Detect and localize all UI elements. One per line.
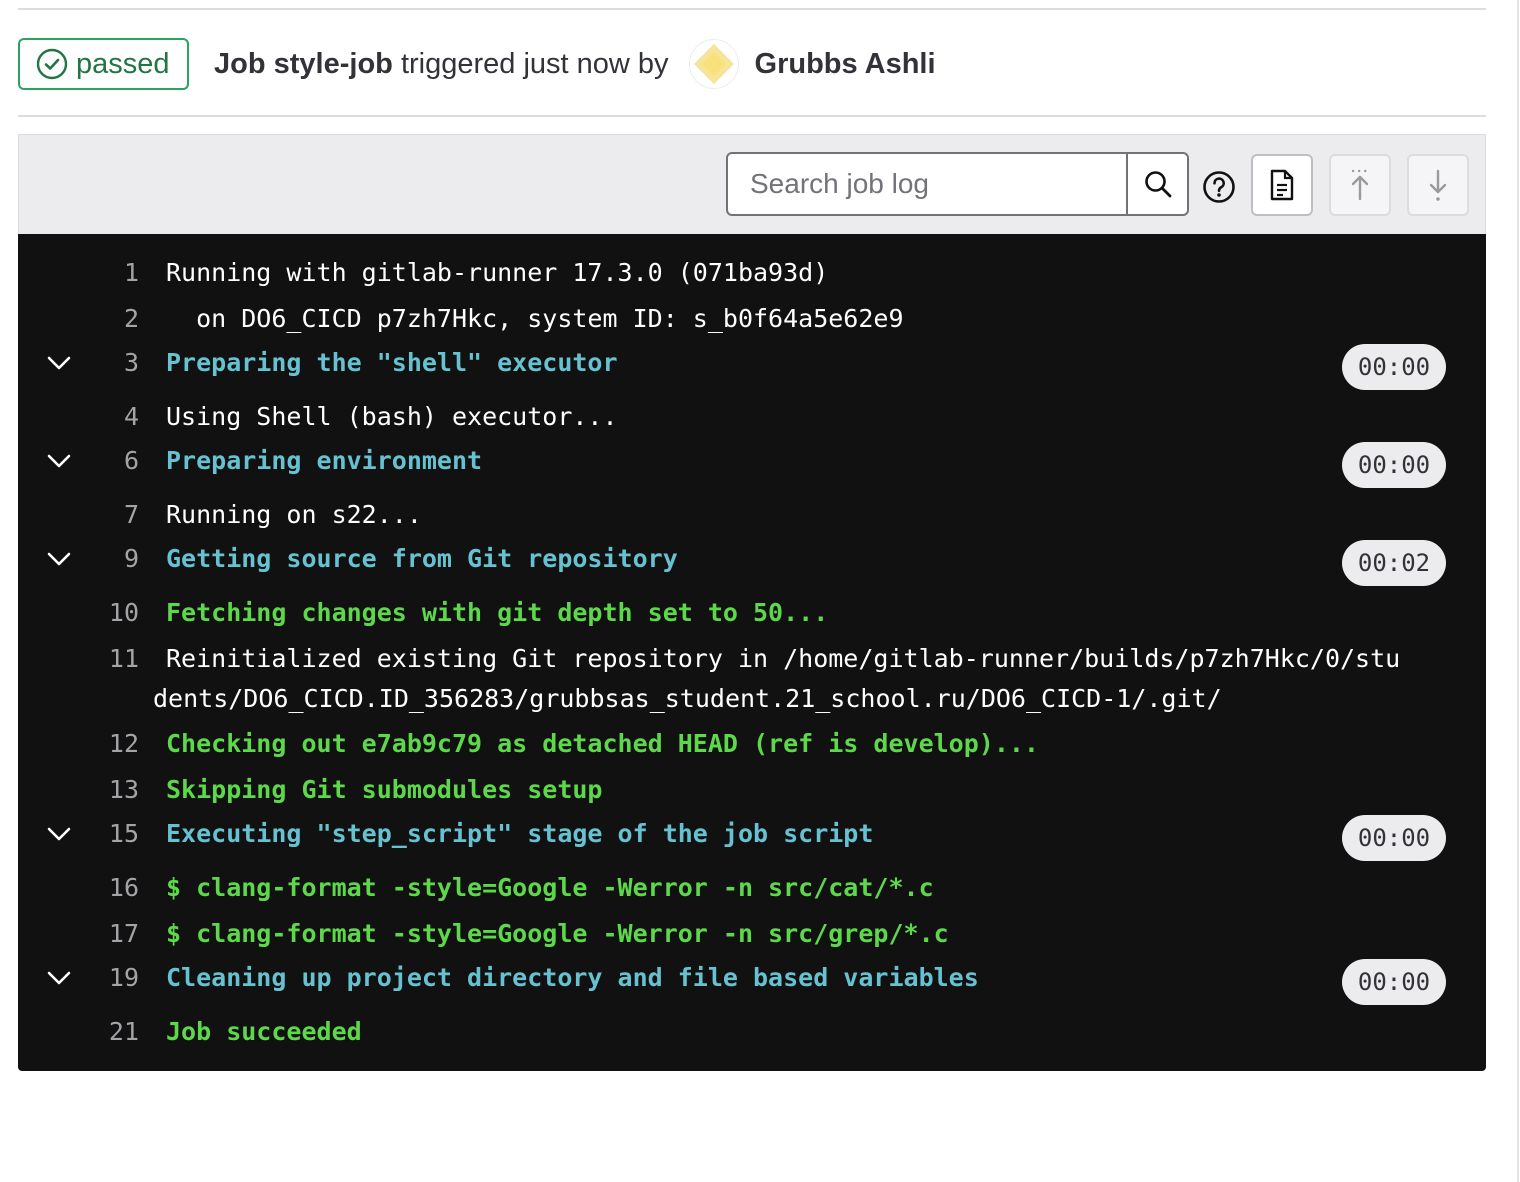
line-number[interactable]: 3 xyxy=(124,348,139,377)
section-title: Getting source from Git repository xyxy=(166,544,678,573)
status-badge[interactable]: passed xyxy=(18,38,189,90)
line-number[interactable]: 21 xyxy=(109,1017,139,1046)
chevron-down-icon[interactable] xyxy=(44,819,74,849)
chevron-down-icon[interactable] xyxy=(44,963,74,993)
search-icon xyxy=(1144,171,1172,198)
line-number[interactable]: 13 xyxy=(109,775,139,804)
job-log: 1 Running with gitlab-runner 17.3.0 (071… xyxy=(18,234,1486,1071)
line-number[interactable]: 11 xyxy=(109,644,139,673)
line-text-continued: dents/DO6_CICD.ID_356283/grubbsas_studen… xyxy=(153,684,1222,713)
trigger-text: triggered just now by xyxy=(400,47,669,80)
chevron-down-icon[interactable] xyxy=(44,348,74,378)
job-title: Job style-job triggered just now by xyxy=(214,48,669,81)
line-number[interactable]: 7 xyxy=(124,500,139,529)
job-name: style-job xyxy=(273,47,393,80)
search-box xyxy=(726,152,1189,216)
section-duration-badge: 00:00 xyxy=(1342,815,1446,861)
line-number[interactable]: 4 xyxy=(124,402,139,431)
line-number[interactable]: 15 xyxy=(109,819,139,848)
line-number[interactable]: 1 xyxy=(124,258,139,287)
check-circle-icon xyxy=(36,48,68,80)
status-label: passed xyxy=(76,47,170,80)
chevron-down-icon[interactable] xyxy=(44,544,74,574)
line-text: Running on s22... xyxy=(166,500,422,529)
line-number[interactable]: 6 xyxy=(124,446,139,475)
line-text: $ clang-format -style=Google -Werror -n … xyxy=(166,873,934,902)
job-log-toolbar xyxy=(18,134,1486,234)
header-divider xyxy=(18,115,1486,117)
chevron-down-icon[interactable] xyxy=(44,446,74,476)
section-title: Executing "step_script" stage of the job… xyxy=(166,819,874,848)
line-text: Using Shell (bash) executor... xyxy=(166,402,618,431)
section-duration-badge: 00:02 xyxy=(1342,540,1446,586)
line-number[interactable]: 16 xyxy=(109,873,139,902)
section-title: Preparing the "shell" executor xyxy=(166,348,618,377)
line-text: Checking out e7ab9c79 as detached HEAD (… xyxy=(166,729,1039,758)
line-number[interactable]: 10 xyxy=(109,598,139,627)
line-number[interactable]: 2 xyxy=(124,304,139,333)
line-number[interactable]: 12 xyxy=(109,729,139,758)
job-header: passed Job style-job triggered just now … xyxy=(18,38,936,90)
help-button[interactable] xyxy=(1201,169,1237,205)
scroll-bottom-icon xyxy=(1429,169,1447,201)
line-text: Reinitialized existing Git repository in… xyxy=(166,644,1401,673)
scroll-top-icon xyxy=(1351,169,1369,201)
section-duration-badge: 00:00 xyxy=(1342,442,1446,488)
raw-log-icon xyxy=(1270,169,1294,201)
help-icon xyxy=(1203,171,1235,203)
line-text: Fetching changes with git depth set to 5… xyxy=(166,598,829,627)
line-number[interactable]: 19 xyxy=(109,963,139,992)
line-text: Job succeeded xyxy=(166,1017,362,1046)
line-text: Running with gitlab-runner 17.3.0 (071ba… xyxy=(166,258,829,287)
page-right-border xyxy=(1517,0,1519,1182)
line-number[interactable]: 9 xyxy=(124,544,139,573)
scroll-to-top-button[interactable] xyxy=(1329,154,1391,216)
top-divider xyxy=(18,8,1486,10)
search-button[interactable] xyxy=(1126,154,1187,214)
author-name[interactable]: Grubbs Ashli xyxy=(755,48,936,81)
avatar[interactable] xyxy=(688,39,739,89)
line-text: Skipping Git submodules setup xyxy=(166,775,603,804)
line-text: $ clang-format -style=Google -Werror -n … xyxy=(166,919,949,948)
section-duration-badge: 00:00 xyxy=(1342,344,1446,390)
line-number[interactable]: 17 xyxy=(109,919,139,948)
show-raw-log-button[interactable] xyxy=(1251,154,1313,216)
job-prefix: Job xyxy=(214,47,266,80)
section-title: Cleaning up project directory and file b… xyxy=(166,963,979,992)
identicon-icon xyxy=(693,44,734,84)
section-duration-badge: 00:00 xyxy=(1342,959,1446,1005)
scroll-to-bottom-button[interactable] xyxy=(1407,154,1469,216)
section-title: Preparing environment xyxy=(166,446,483,475)
line-text: on DO6_CICD p7zh7Hkc, system ID: s_b0f64… xyxy=(166,304,904,333)
search-input[interactable] xyxy=(728,154,1127,214)
